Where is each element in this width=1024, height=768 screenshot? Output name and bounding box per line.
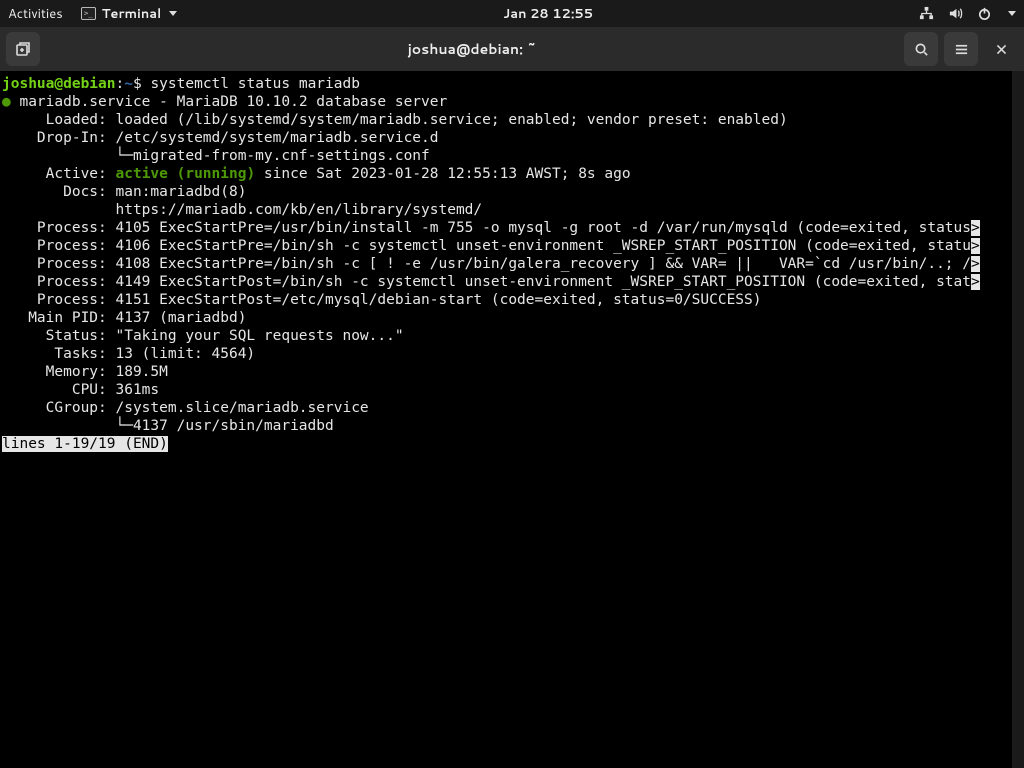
- prompt-path: ~: [124, 76, 133, 92]
- volume-icon[interactable]: [948, 6, 963, 21]
- chevron-down-icon: [169, 11, 177, 16]
- main-pid-line: Main PID: 4137 (mariadbd): [2, 310, 246, 326]
- process-line-5: Process: 4151 ExecStartPost=/etc/mysql/d…: [2, 292, 762, 308]
- docs-label: Docs:: [2, 184, 116, 200]
- active-since: since Sat 2023-01-28 12:55:13 AWST; 8s a…: [255, 166, 630, 182]
- app-name-label: Terminal: [102, 5, 162, 23]
- process-line-4: Process: 4149 ExecStartPost=/bin/sh -c s…: [2, 274, 971, 290]
- service-header: mariadb.service - MariaDB 10.10.2 databa…: [19, 94, 447, 110]
- overflow-marker-icon: >: [971, 256, 980, 272]
- tasks-line: Tasks: 13 (limit: 4564): [2, 346, 255, 362]
- svg-text:>_: >_: [84, 8, 93, 17]
- terminal-viewport[interactable]: joshua@debian:~$ systemctl status mariad…: [0, 71, 1024, 768]
- cgroup-cont: └─4137 /usr/sbin/mariadbd: [2, 418, 334, 434]
- active-value: active (running): [116, 166, 256, 182]
- dropin-cont: └─migrated-from-my.cnf-settings.conf: [2, 148, 430, 164]
- active-label: Active:: [2, 166, 116, 182]
- loaded-label: Loaded:: [2, 112, 116, 128]
- process-line-1: Process: 4105 ExecStartPre=/usr/bin/inst…: [2, 220, 971, 236]
- overflow-marker-icon: >: [971, 220, 980, 236]
- window-title: joshua@debian: ~: [46, 39, 898, 59]
- docs-value: man:mariadbd(8): [116, 184, 247, 200]
- overflow-marker-icon: >: [971, 238, 980, 254]
- close-button[interactable]: [984, 32, 1018, 66]
- power-icon[interactable]: [977, 6, 992, 21]
- current-app-menu[interactable]: >_ Terminal: [81, 5, 178, 23]
- chevron-down-icon[interactable]: [1008, 11, 1016, 16]
- process-line-2: Process: 4106 ExecStartPre=/bin/sh -c sy…: [2, 238, 971, 254]
- command-text: systemctl status mariadb: [150, 76, 360, 92]
- cpu-line: CPU: 361ms: [2, 382, 159, 398]
- status-line: Status: "Taking your SQL requests now...…: [2, 328, 404, 344]
- dropin-value: /etc/systemd/system/mariadb.service.d: [116, 130, 439, 146]
- prompt-user-host: joshua@debian: [2, 76, 116, 92]
- pager-status: lines 1-19/19 (END): [2, 436, 168, 452]
- status-dot-icon: ●: [2, 94, 11, 110]
- search-button[interactable]: [904, 32, 938, 66]
- prompt-colon: :: [116, 76, 125, 92]
- scrollbar[interactable]: [1012, 71, 1024, 768]
- overflow-marker-icon: >: [971, 274, 980, 290]
- hamburger-menu-button[interactable]: [944, 32, 978, 66]
- new-tab-button[interactable]: [6, 32, 40, 66]
- gnome-topbar: Activities >_ Terminal Jan 28 12:55: [0, 0, 1024, 27]
- memory-line: Memory: 189.5M: [2, 364, 168, 380]
- dropin-label: Drop-In:: [2, 130, 116, 146]
- activities-button[interactable]: Activities: [8, 5, 63, 23]
- prompt-dollar: $: [133, 76, 142, 92]
- process-line-3: Process: 4108 ExecStartPre=/bin/sh -c [ …: [2, 256, 971, 272]
- terminal-icon: >_: [81, 7, 96, 20]
- terminal-output: joshua@debian:~$ systemctl status mariad…: [0, 71, 1024, 453]
- network-icon[interactable]: [919, 6, 934, 21]
- docs-cont: https://mariadb.com/kb/en/library/system…: [2, 202, 482, 218]
- clock-label[interactable]: Jan 28 12:55: [177, 5, 919, 23]
- loaded-value: loaded (/lib/systemd/system/mariadb.serv…: [116, 112, 788, 128]
- terminal-titlebar: joshua@debian: ~: [0, 27, 1024, 71]
- cgroup-line: CGroup: /system.slice/mariadb.service: [2, 400, 369, 416]
